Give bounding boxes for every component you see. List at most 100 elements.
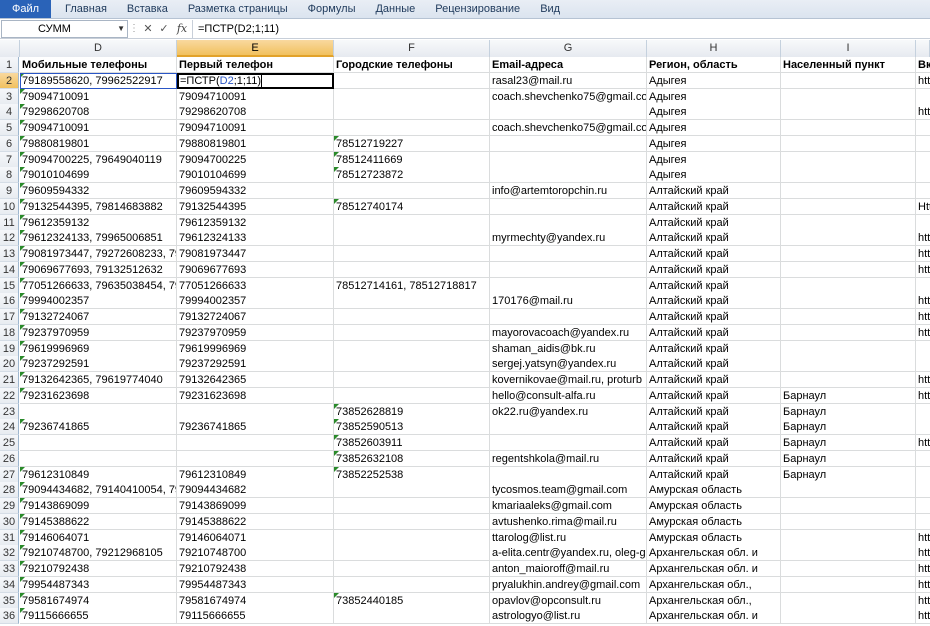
cell-d29[interactable]: 79143869099 <box>20 498 177 514</box>
cell-j5[interactable] <box>916 120 930 136</box>
cell-i30[interactable] <box>781 513 916 530</box>
cell-h32[interactable]: Архангельская обл. и <box>647 545 781 562</box>
row-header[interactable]: 13 <box>0 246 19 262</box>
error-indicator-icon[interactable] <box>20 513 25 519</box>
cell-j27[interactable] <box>916 466 930 483</box>
cell-d2[interactable]: 79189558620, 79962522917 <box>20 72 177 89</box>
cell-d18[interactable]: 79237970959 <box>20 324 177 341</box>
cell-e33[interactable]: 79210792438 <box>177 561 334 577</box>
cell-i20[interactable] <box>781 356 916 373</box>
error-indicator-icon[interactable] <box>20 277 25 283</box>
cell-h15[interactable]: Алтайский край <box>647 277 781 294</box>
error-indicator-icon[interactable] <box>20 324 25 330</box>
cell-g14[interactable] <box>490 261 647 278</box>
cell-g22[interactable]: hello@consult-alfa.ru <box>490 387 647 404</box>
cell-i15[interactable] <box>781 277 916 294</box>
column-header-f[interactable]: F <box>334 40 490 57</box>
column-header-e[interactable]: E <box>177 40 334 57</box>
column-header-g[interactable]: G <box>490 40 647 57</box>
cell-h12[interactable]: Алтайский край <box>647 230 781 247</box>
cell-j21[interactable]: htt <box>916 372 930 388</box>
cell-h10[interactable]: Алтайский край <box>647 198 781 215</box>
cell-i26[interactable]: Барнаул <box>781 450 916 467</box>
cell-d22[interactable]: 79231623698 <box>20 387 177 404</box>
cell-i5[interactable] <box>781 120 916 136</box>
ribbon-tab[interactable]: Вставка <box>117 0 178 18</box>
cell-f20[interactable] <box>334 356 490 373</box>
cell-i29[interactable] <box>781 498 916 514</box>
cell-f5[interactable] <box>334 120 490 136</box>
cell-j30[interactable] <box>916 513 930 530</box>
cell-g12[interactable]: myrmechty@yandex.ru <box>490 230 647 247</box>
cell-d25[interactable] <box>20 435 177 451</box>
row-header[interactable]: 36 <box>0 608 19 625</box>
error-indicator-icon[interactable] <box>20 120 25 125</box>
insert-function-icon[interactable]: fx <box>172 20 192 38</box>
cell-g17[interactable] <box>490 309 647 325</box>
row-header[interactable]: 33 <box>0 561 19 577</box>
cell-d21[interactable]: 79132642365, 79619774040 <box>20 372 177 388</box>
cell-i3[interactable] <box>781 88 916 105</box>
error-indicator-icon[interactable] <box>334 198 339 204</box>
ribbon-tab[interactable]: Файл <box>0 0 52 18</box>
cell-j2[interactable]: htt <box>916 72 930 89</box>
cell-i22[interactable]: Барнаул <box>781 387 916 404</box>
cell-h19[interactable]: Алтайский край <box>647 340 781 357</box>
row-header[interactable]: 5 <box>0 120 19 136</box>
error-indicator-icon[interactable] <box>20 72 25 78</box>
cell-f13[interactable] <box>334 246 490 262</box>
cell-j4[interactable]: htt <box>916 104 930 121</box>
cell-e15[interactable]: 77051266633 <box>177 277 334 294</box>
cell-j24[interactable] <box>916 419 930 436</box>
cell-f9[interactable] <box>334 183 490 199</box>
select-all-corner[interactable] <box>0 40 20 57</box>
error-indicator-icon[interactable] <box>334 167 339 173</box>
cell-i27[interactable]: Барнаул <box>781 466 916 483</box>
cell-j31[interactable]: htt <box>916 529 930 546</box>
cell-i21[interactable] <box>781 372 916 388</box>
cell-i32[interactable] <box>781 545 916 562</box>
cell-j28[interactable] <box>916 482 930 499</box>
cell-f8[interactable]: 78512723872 <box>334 167 490 184</box>
error-indicator-icon[interactable] <box>334 466 339 472</box>
cell-d30[interactable]: 79145388622 <box>20 513 177 530</box>
column-header-i[interactable]: I <box>781 40 916 57</box>
cell-h26[interactable]: Алтайский край <box>647 450 781 467</box>
cell-e36[interactable]: 79115666655 <box>177 608 334 625</box>
error-indicator-icon[interactable] <box>20 561 25 566</box>
cell-g13[interactable] <box>490 246 647 262</box>
cancel-icon[interactable]: ✕ <box>140 20 156 38</box>
cell-e21[interactable]: 79132642365 <box>177 372 334 388</box>
error-indicator-icon[interactable] <box>20 608 25 614</box>
cell-i18[interactable] <box>781 324 916 341</box>
cell-e13[interactable]: 79081973447 <box>177 246 334 262</box>
cell-e20[interactable]: 79237292591 <box>177 356 334 373</box>
cell-i1[interactable]: Населенный пункт <box>781 57 916 73</box>
cell-e23[interactable] <box>177 403 334 420</box>
cell-f10[interactable]: 78512740174 <box>334 198 490 215</box>
cell-e3[interactable]: 79094710091 <box>177 88 334 105</box>
cell-i36[interactable] <box>781 608 916 625</box>
cell-h17[interactable]: Алтайский край <box>647 309 781 325</box>
row-header[interactable]: 26 <box>0 450 19 467</box>
cell-j15[interactable] <box>916 277 930 294</box>
cell-h7[interactable]: Адыгея <box>647 151 781 168</box>
cell-i8[interactable] <box>781 167 916 184</box>
cell-d15[interactable]: 77051266633, 79635038454, 7963 <box>20 277 177 294</box>
cell-j9[interactable] <box>916 183 930 199</box>
error-indicator-icon[interactable] <box>334 403 339 409</box>
cell-d5[interactable]: 79094710091 <box>20 120 177 136</box>
error-indicator-icon[interactable] <box>20 340 25 346</box>
cell-j23[interactable] <box>916 403 930 420</box>
cell-f33[interactable] <box>334 561 490 577</box>
cell-f4[interactable] <box>334 104 490 121</box>
cell-e10[interactable]: 79132544395 <box>177 198 334 215</box>
cell-f11[interactable] <box>334 214 490 231</box>
cell-g21[interactable]: kovernikovae@mail.ru, proturb <box>490 372 647 388</box>
cell-d13[interactable]: 79081973447, 79272608233, 7996 <box>20 246 177 262</box>
error-indicator-icon[interactable] <box>20 135 25 141</box>
row-header[interactable]: 4 <box>0 104 19 121</box>
cell-j1[interactable]: Вк <box>916 57 930 73</box>
row-header[interactable]: 7 <box>0 151 19 168</box>
error-indicator-icon[interactable] <box>20 309 25 314</box>
